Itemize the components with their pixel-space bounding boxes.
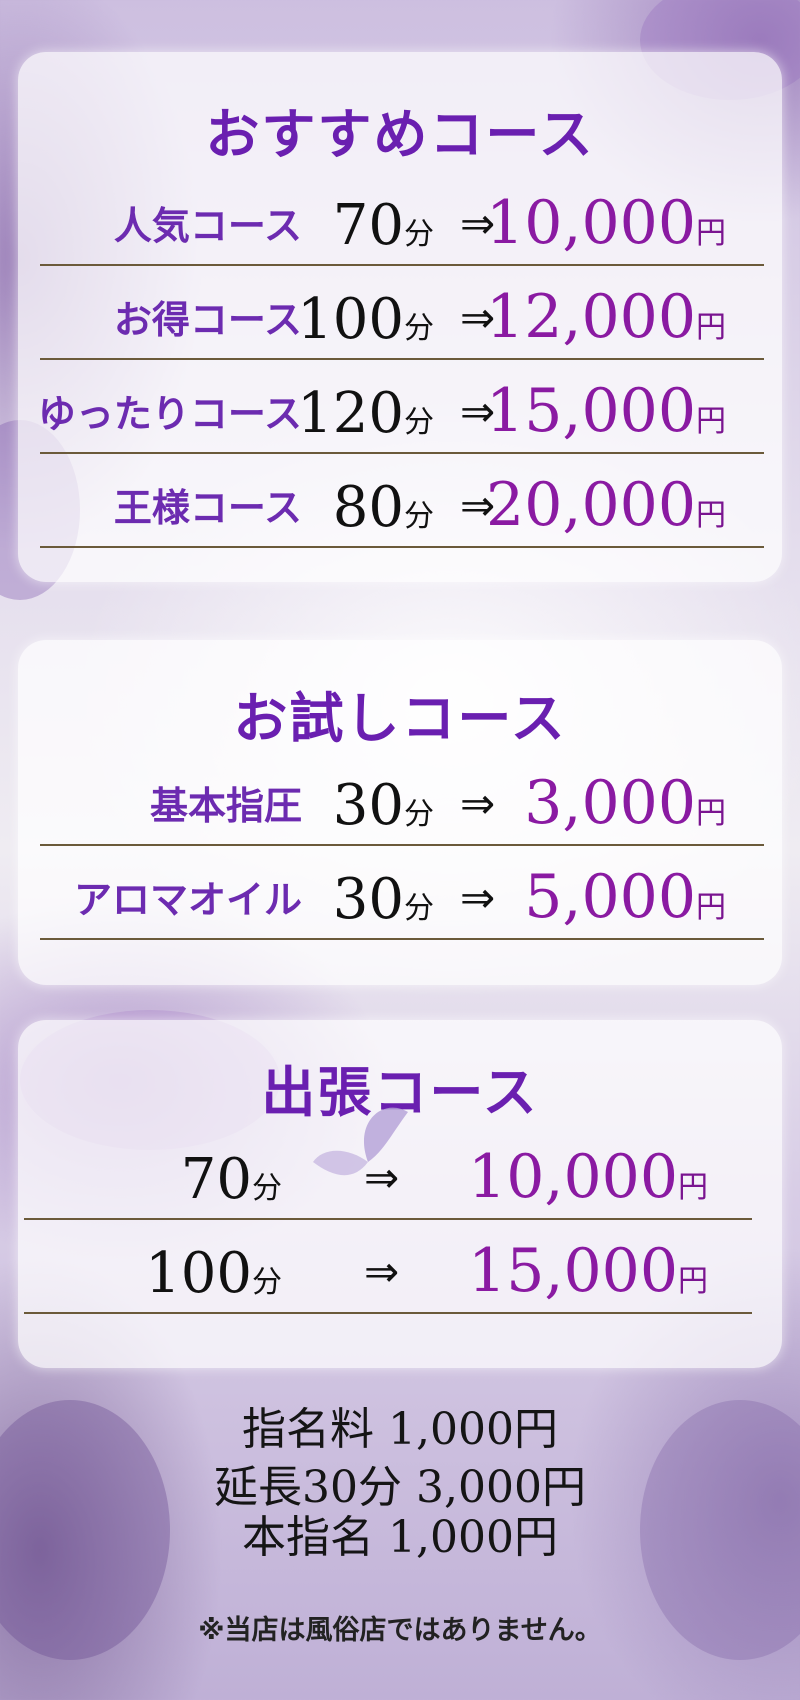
section-title: お試しコース	[233, 687, 567, 750]
course-row: 100分 ⇒ 15,000円	[24, 1222, 752, 1314]
course-name: ゆったりコース	[37, 392, 302, 436]
arrow-icon: ⇒	[364, 1247, 400, 1296]
course-name: 基本指圧	[149, 784, 302, 828]
trial-course-card: お試しコース 基本指圧 30分 ⇒ 3,000円 アロマオイル 30分 ⇒ 5,…	[18, 640, 782, 985]
row-divider	[40, 546, 764, 548]
section-title: おすすめコース	[205, 103, 595, 166]
course-row: ゆったりコース 120分 ⇒ 15,000円	[37, 362, 764, 454]
row-divider	[40, 452, 764, 454]
row-divider	[24, 1312, 752, 1314]
row-divider	[40, 264, 764, 266]
course-name: お得コース	[113, 298, 302, 342]
course-duration: 120分	[297, 381, 434, 446]
course-duration: 100分	[145, 1241, 282, 1306]
course-price: 10,000円	[486, 188, 726, 258]
course-row: お得コース 100分 ⇒ 12,000円	[40, 268, 764, 360]
designation-fee: 指名料 1,000円	[242, 1404, 558, 1455]
butterfly-icon	[313, 1107, 408, 1176]
course-duration: 70分	[332, 193, 434, 258]
course-duration: 80分	[332, 475, 434, 540]
course-name: 王様コース	[113, 486, 302, 530]
extension-fee: 延長30分 3,000円	[214, 1462, 586, 1513]
course-name: アロマオイル	[73, 878, 302, 922]
arrow-icon: ⇒	[460, 779, 496, 828]
course-duration: 30分	[332, 867, 434, 932]
arrow-icon: ⇒	[460, 873, 496, 922]
course-duration: 100分	[297, 287, 434, 352]
recommended-course-card: おすすめコース 人気コース 70分 ⇒ 10,000円 お得コース 100分 ⇒…	[18, 52, 782, 582]
course-duration: 30分	[332, 773, 434, 838]
row-divider	[40, 938, 764, 940]
row-divider	[40, 844, 764, 846]
course-row: 人気コース 70分 ⇒ 10,000円	[40, 174, 764, 266]
course-price: 20,000円	[486, 470, 726, 540]
course-row: アロマオイル 30分 ⇒ 5,000円	[40, 848, 764, 940]
course-price: 5,000円	[524, 862, 726, 932]
notice-text: ※当店は風俗店ではありません。	[198, 1615, 602, 1646]
course-price: 15,000円	[468, 1236, 708, 1306]
course-row: 王様コース 80分 ⇒ 20,000円	[40, 456, 764, 548]
course-price: 15,000円	[486, 376, 726, 446]
course-price: 10,000円	[468, 1142, 708, 1212]
regular-designation-fee: 本指名 1,000円	[242, 1512, 558, 1563]
row-divider	[40, 358, 764, 360]
course-name: 人気コース	[113, 204, 302, 248]
course-price: 12,000円	[486, 282, 726, 352]
course-price: 3,000円	[524, 768, 726, 838]
row-divider	[24, 1218, 752, 1220]
course-duration: 70分	[180, 1147, 282, 1212]
visit-course-card: 出張コース 70分 ⇒ 10,000円 100分 ⇒ 15,000円	[18, 1020, 782, 1368]
course-row: 基本指圧 30分 ⇒ 3,000円	[40, 754, 764, 846]
